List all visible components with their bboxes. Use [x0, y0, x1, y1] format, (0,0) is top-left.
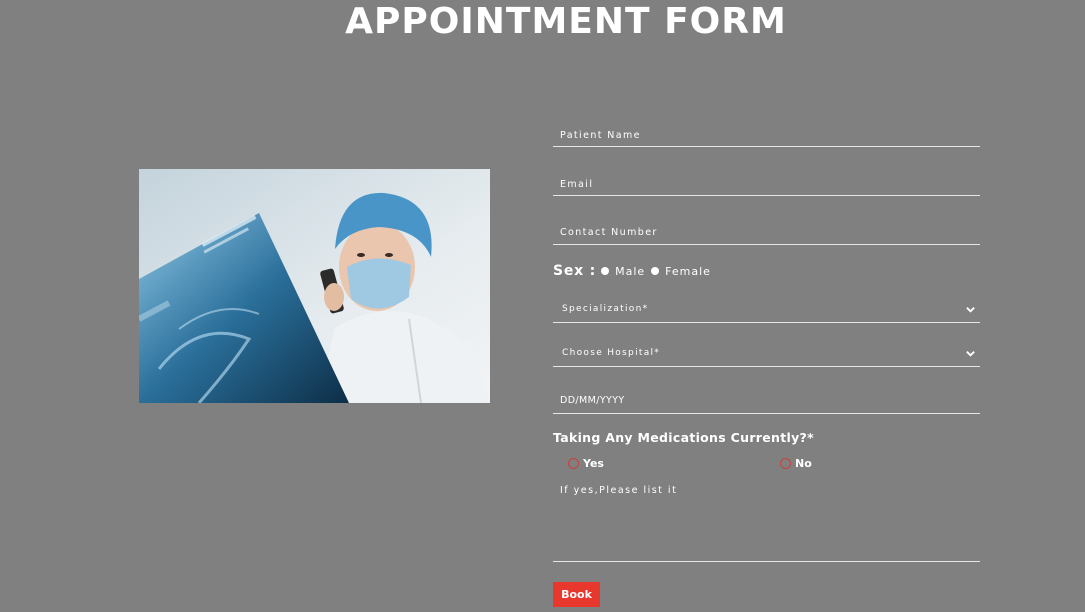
medications-details-textarea[interactable]	[553, 480, 980, 562]
doctor-xray-illustration	[139, 169, 490, 403]
contact-number-input[interactable]	[553, 221, 980, 245]
sex-label: Sex :	[553, 263, 597, 279]
radio-circle-icon	[780, 458, 791, 469]
doctor-xray-photo	[139, 169, 490, 403]
radio-circle-icon	[568, 458, 579, 469]
appointment-page: APPOINTMENT FORM Patient Name Email Cont…	[0, 0, 1085, 612]
specialization-selected: Specialization*	[562, 304, 649, 314]
appointment-form: Sex : Male Female Specialization* Choose…	[553, 0, 980, 612]
hospital-select[interactable]: Choose Hospital*	[553, 340, 980, 367]
specialization-select[interactable]: Specialization*	[553, 296, 980, 323]
patient-name-input[interactable]	[553, 124, 980, 147]
sex-option-female-label: Female	[665, 264, 711, 278]
sex-option-female[interactable]: Female	[651, 265, 711, 278]
medications-no-radio[interactable]: No	[780, 457, 812, 470]
email-input[interactable]	[553, 173, 980, 196]
chevron-down-icon	[966, 350, 975, 357]
medications-yes-label: Yes	[583, 457, 604, 470]
sex-radio-group: Sex : Male Female	[553, 261, 717, 281]
book-button[interactable]: Book	[553, 582, 600, 607]
chevron-down-icon	[966, 306, 975, 313]
sex-option-male-label: Male	[615, 264, 646, 278]
medications-yes-radio[interactable]: Yes	[568, 457, 604, 470]
medications-question: Taking Any Medications Currently?*	[553, 430, 814, 445]
radio-dot-icon	[651, 267, 660, 275]
radio-dot-icon	[601, 267, 610, 275]
date-input[interactable]	[553, 387, 980, 414]
hospital-selected: Choose Hospital*	[562, 348, 661, 358]
medications-no-label: No	[795, 457, 812, 470]
sex-option-male[interactable]: Male	[601, 265, 645, 278]
